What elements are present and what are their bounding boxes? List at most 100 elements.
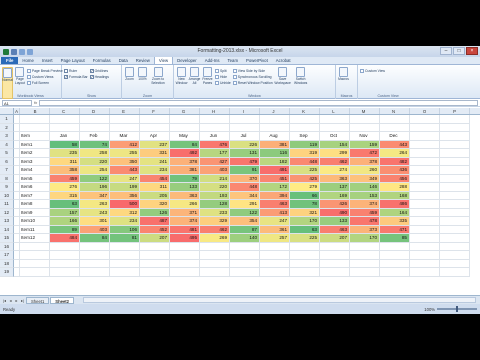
grid-cell[interactable] xyxy=(260,115,290,124)
item-name-cell[interactable]: Item8 xyxy=(20,200,50,209)
value-cell[interactable]: 412 xyxy=(110,140,140,149)
checkbox-icon[interactable]: ✓ xyxy=(89,74,94,79)
grid-cell[interactable] xyxy=(110,242,140,251)
value-cell[interactable]: 131 xyxy=(230,149,260,158)
item-name-cell[interactable]: Item4 xyxy=(20,166,50,175)
grid-cell[interactable] xyxy=(410,183,440,192)
value-cell[interactable]: 347 xyxy=(80,191,110,200)
tab-add-ins[interactable]: Add-Ins xyxy=(201,57,224,64)
grid-cell[interactable] xyxy=(440,200,470,209)
grid-cell[interactable] xyxy=(350,259,380,268)
grid-cell[interactable] xyxy=(290,259,320,268)
grid-cell[interactable] xyxy=(380,251,410,260)
value-cell[interactable]: 234 xyxy=(110,217,140,226)
value-cell[interactable]: 126 xyxy=(140,208,170,217)
value-cell[interactable]: 133 xyxy=(320,217,350,226)
tab-team[interactable]: Team xyxy=(224,57,243,64)
value-cell[interactable]: 257 xyxy=(260,234,290,243)
checkbox-icon[interactable]: ✓ xyxy=(64,74,68,79)
value-cell[interactable]: 157 xyxy=(50,208,80,217)
tab-acrobat[interactable]: Acrobat xyxy=(272,57,295,64)
value-cell[interactable]: 140 xyxy=(230,234,260,243)
checkbox-gridlines[interactable]: ✓ Gridlines xyxy=(89,68,109,73)
grid-cell[interactable] xyxy=(20,251,50,260)
grid-cell[interactable] xyxy=(440,234,470,243)
row-header[interactable]: 10 xyxy=(0,191,14,200)
grid-cell[interactable] xyxy=(260,123,290,132)
value-cell[interactable]: 85 xyxy=(380,234,410,243)
row-header[interactable]: 13 xyxy=(0,217,14,226)
column-header[interactable]: L xyxy=(320,108,350,114)
grid-cell[interactable] xyxy=(320,251,350,260)
value-cell[interactable]: 484 xyxy=(50,234,80,243)
value-cell[interactable]: 274 xyxy=(320,166,350,175)
value-cell[interactable]: 128 xyxy=(200,200,230,209)
value-cell[interactable]: 463 xyxy=(260,200,290,209)
value-cell[interactable]: 220 xyxy=(200,183,230,192)
value-cell[interactable]: 356 xyxy=(110,191,140,200)
grid-cell[interactable] xyxy=(410,225,440,234)
grid-cell[interactable] xyxy=(230,268,260,277)
value-cell[interactable]: 448 xyxy=(290,157,320,166)
grid-cell[interactable] xyxy=(380,242,410,251)
value-cell[interactable]: 321 xyxy=(290,208,320,217)
last-sheet-icon[interactable]: ▸| xyxy=(20,298,25,303)
grid-cell[interactable] xyxy=(20,259,50,268)
value-cell[interactable]: 491 xyxy=(260,166,290,175)
value-cell[interactable]: 196 xyxy=(80,183,110,192)
worksheet-grid[interactable]: ABCDEFGHIJKLMNOP 1 2 3 Item Jan Feb Mar Apr May J… xyxy=(0,108,480,277)
grid-cell[interactable] xyxy=(440,183,470,192)
value-cell[interactable]: 403 xyxy=(80,225,110,234)
tab-file[interactable]: File xyxy=(1,57,19,64)
grid-cell[interactable] xyxy=(20,123,50,132)
column-header[interactable]: F xyxy=(140,108,170,114)
grid-cell[interactable] xyxy=(440,166,470,175)
row-header[interactable]: 16 xyxy=(0,242,14,251)
item-name-cell[interactable]: Item3 xyxy=(20,157,50,166)
checkbox-headings[interactable]: ✓ Headings xyxy=(89,74,109,79)
tab-powerpivot[interactable]: PowerPivot xyxy=(242,57,272,64)
item-header-cell[interactable]: Item xyxy=(20,132,50,141)
grid-cell[interactable] xyxy=(440,225,470,234)
value-cell[interactable]: 344 xyxy=(230,191,260,200)
grid-cell[interactable] xyxy=(410,191,440,200)
grid-cell[interactable] xyxy=(440,115,470,124)
side-by-side-button[interactable]: View Side by Side xyxy=(232,68,273,73)
item-name-cell[interactable]: Item9 xyxy=(20,208,50,217)
row-header[interactable]: 14 xyxy=(0,225,14,234)
column-header[interactable]: P xyxy=(440,108,470,114)
grid-cell[interactable] xyxy=(290,123,320,132)
value-cell[interactable]: 451 xyxy=(260,174,290,183)
grid-cell[interactable] xyxy=(290,268,320,277)
value-cell[interactable]: 159 xyxy=(350,140,380,149)
value-cell[interactable]: 58 xyxy=(50,140,80,149)
value-cell[interactable]: 279 xyxy=(290,183,320,192)
value-cell[interactable]: 373 xyxy=(350,225,380,234)
tab-home[interactable]: Home xyxy=(18,57,37,64)
row-header[interactable]: 5 xyxy=(0,149,14,158)
grid-cell[interactable] xyxy=(50,251,80,260)
row-header[interactable]: 4 xyxy=(0,140,14,149)
grid-cell[interactable] xyxy=(350,123,380,132)
value-cell[interactable]: 443 xyxy=(110,166,140,175)
value-cell[interactable]: 394 xyxy=(260,191,290,200)
value-cell[interactable]: 79 xyxy=(170,174,200,183)
value-cell[interactable]: 235 xyxy=(50,149,80,158)
value-cell[interactable]: 492 xyxy=(170,149,200,158)
value-cell[interactable]: 264 xyxy=(380,149,410,158)
month-header-cell[interactable]: May xyxy=(170,132,200,141)
value-cell[interactable]: 247 xyxy=(110,174,140,183)
grid-cell[interactable] xyxy=(320,123,350,132)
grid-cell[interactable] xyxy=(410,157,440,166)
grid-cell[interactable] xyxy=(140,123,170,132)
value-cell[interactable]: 154 xyxy=(320,140,350,149)
item-name-cell[interactable]: Item10 xyxy=(20,217,50,226)
grid-cell[interactable] xyxy=(230,251,260,260)
value-cell[interactable]: 226 xyxy=(230,140,260,149)
value-cell[interactable]: 482 xyxy=(380,157,410,166)
month-header-cell[interactable]: Dec xyxy=(380,132,410,141)
value-cell[interactable]: 146 xyxy=(350,183,380,192)
grid-cell[interactable] xyxy=(410,123,440,132)
grid-cell[interactable] xyxy=(110,115,140,124)
value-cell[interactable]: 214 xyxy=(200,174,230,183)
